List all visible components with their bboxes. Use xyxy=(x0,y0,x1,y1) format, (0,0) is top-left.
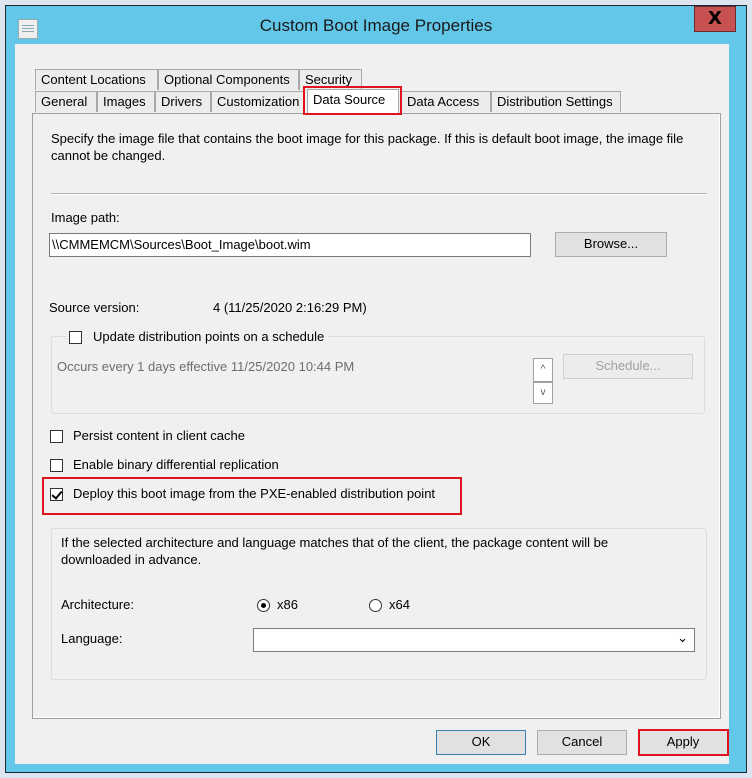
persist-content-label: Persist content in client cache xyxy=(73,428,245,443)
tab-optional-components[interactable]: Optional Components xyxy=(158,69,299,90)
binary-replication-label: Enable binary differential replication xyxy=(73,457,279,472)
separator xyxy=(51,193,707,195)
ok-button[interactable]: OK xyxy=(436,730,526,755)
spin-down-button[interactable]: v xyxy=(533,382,553,404)
arch-x64-radio[interactable] xyxy=(369,599,382,612)
spin-up-button[interactable]: ^ xyxy=(533,358,553,382)
prestage-description: If the selected architecture and languag… xyxy=(61,535,609,567)
data-source-description: Specify the image file that contains the… xyxy=(51,131,684,163)
chevron-down-icon: ⌄ xyxy=(677,630,688,645)
tab-content-locations[interactable]: Content Locations xyxy=(35,69,158,90)
tab-general[interactable]: General xyxy=(35,91,97,112)
image-path-input[interactable]: \\CMMEMCM\Sources\Boot_Image\boot.wim xyxy=(49,233,531,257)
language-dropdown[interactable]: ⌄ xyxy=(253,628,695,652)
tab-data-access[interactable]: Data Access xyxy=(401,91,491,112)
tab-drivers[interactable]: Drivers xyxy=(155,91,211,112)
architecture-label: Architecture: xyxy=(61,597,134,612)
update-schedule-label: Update distribution points on a schedule xyxy=(93,329,325,344)
cancel-button[interactable]: Cancel xyxy=(537,730,627,755)
arch-x86-radio[interactable] xyxy=(257,599,270,612)
binary-replication-checkbox[interactable] xyxy=(50,459,63,472)
tab-customization[interactable]: Customization xyxy=(211,91,305,112)
source-version-label: Source version: xyxy=(49,300,140,315)
close-button[interactable]: X xyxy=(694,6,736,32)
browse-button[interactable]: Browse... xyxy=(555,232,667,257)
arch-x86-label: x86 xyxy=(277,597,298,612)
highlight-data-source-tab xyxy=(303,86,402,115)
dialog-client: Content Locations Optional Components Se… xyxy=(15,44,729,764)
arch-x64-label: x64 xyxy=(389,597,410,612)
dialog-window: Custom Boot Image Properties X Content L… xyxy=(5,5,747,773)
image-path-label: Image path: xyxy=(51,210,120,225)
tab-page-data-source: Specify the image file that contains the… xyxy=(32,113,721,719)
window-title: Custom Boot Image Properties xyxy=(259,16,493,35)
persist-content-checkbox[interactable] xyxy=(50,430,63,443)
tab-images[interactable]: Images xyxy=(97,91,155,112)
tab-distribution-settings[interactable]: Distribution Settings xyxy=(491,91,621,112)
language-label: Language: xyxy=(61,631,123,646)
highlight-pxe-option xyxy=(42,477,462,515)
highlight-apply-button xyxy=(638,729,729,756)
schedule-group-header: Update distribution points on a schedule xyxy=(67,328,329,346)
schedule-text: Occurs every 1 days effective 11/25/2020… xyxy=(57,359,355,374)
source-version-value: 4 (11/25/2020 2:16:29 PM) xyxy=(213,300,367,315)
update-schedule-checkbox[interactable] xyxy=(69,331,82,344)
schedule-button[interactable]: Schedule... xyxy=(563,354,693,379)
